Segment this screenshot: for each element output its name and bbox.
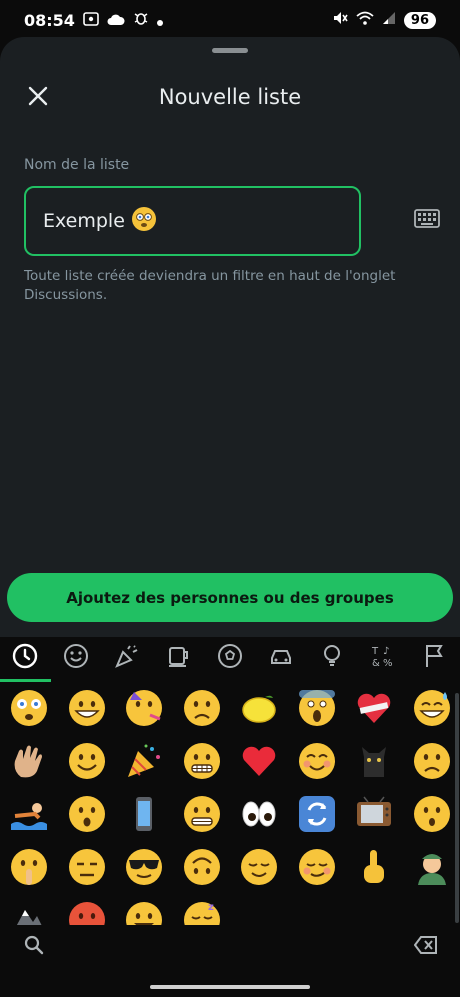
sweat-smile-emoji[interactable]: [409, 685, 455, 731]
smile-emoji[interactable]: [64, 738, 110, 784]
hushed-emoji[interactable]: [64, 791, 110, 837]
tab-celebration[interactable]: [114, 645, 140, 671]
objects-icon: [319, 643, 345, 673]
activity-icon: [217, 643, 243, 673]
cat-emoji[interactable]: [351, 738, 397, 784]
party-emoji[interactable]: [121, 685, 167, 731]
lemon-emoji[interactable]: [236, 685, 282, 731]
point-emoji[interactable]: [351, 844, 397, 890]
cloud-icon: [107, 11, 125, 30]
shush-emoji[interactable]: [6, 844, 52, 890]
add-people-button[interactable]: Ajoutez des personnes ou des groupes: [7, 573, 453, 622]
heart-bandage-emoji[interactable]: [351, 685, 397, 731]
emoji-scrollbar[interactable]: [455, 693, 459, 923]
home-indicator[interactable]: [150, 985, 310, 989]
popper-emoji[interactable]: [121, 738, 167, 784]
helper-text: Toute liste créée deviendra un filtre en…: [24, 268, 396, 303]
neutral-emoji[interactable]: [64, 844, 110, 890]
wave-emoji[interactable]: [6, 738, 52, 784]
page-title: Nouvelle liste: [158, 85, 302, 109]
tab-objects[interactable]: [319, 645, 345, 671]
new-list-sheet: Nouvelle liste Nom de la liste Exemple T…: [0, 37, 460, 637]
backspace-icon[interactable]: [413, 935, 438, 955]
phone-emoji[interactable]: [121, 791, 167, 837]
hot-emoji[interactable]: [64, 897, 110, 925]
clock: 08:54: [24, 10, 75, 30]
smirk-emoji[interactable]: [294, 844, 340, 890]
list-name-label: Nom de la liste: [24, 157, 130, 173]
mountain-emoji[interactable]: [6, 897, 52, 925]
status-bar: 08:54 96: [0, 0, 460, 40]
relieved-emoji[interactable]: [236, 844, 282, 890]
active-tab-indicator: [0, 679, 51, 682]
tab-recent[interactable]: [12, 643, 38, 673]
tv-emoji[interactable]: [351, 791, 397, 837]
emoji-category-tabs: T ♪ &%: [0, 637, 460, 682]
food-icon: [166, 643, 192, 673]
grimace-emoji[interactable]: [179, 738, 225, 784]
svg-text:T: T: [371, 646, 379, 657]
keyboard-icon[interactable]: [414, 209, 440, 229]
svg-text:z: z: [208, 902, 214, 913]
dizzy-face-emoji: [131, 206, 157, 237]
svg-text:%: %: [383, 658, 393, 669]
battery-badge: 96: [403, 11, 436, 29]
sleep-emoji[interactable]: z: [179, 897, 225, 925]
recent-icon: [12, 643, 38, 673]
emoji-keyboard: T ♪ &% z: [0, 637, 460, 997]
input-value: Exemple: [43, 210, 125, 232]
wifi-icon: [356, 11, 374, 29]
frown2-emoji[interactable]: [409, 738, 455, 784]
smileys-icon: [63, 643, 89, 673]
celebration-icon: [114, 643, 140, 673]
grimace2-emoji[interactable]: [179, 791, 225, 837]
drag-handle[interactable]: [212, 48, 248, 53]
arrows-emoji[interactable]: [294, 791, 340, 837]
svg-text:&: &: [372, 658, 380, 669]
scream-emoji[interactable]: [294, 685, 340, 731]
tab-smileys[interactable]: [63, 643, 89, 673]
grin2-emoji[interactable]: [121, 897, 167, 925]
flags-icon: [422, 643, 448, 673]
grin-emoji[interactable]: [64, 685, 110, 731]
worker-emoji[interactable]: [409, 844, 455, 890]
heart-emoji[interactable]: [236, 738, 282, 784]
dot-icon: [156, 11, 163, 30]
screen-record-icon: [83, 11, 99, 30]
tab-food[interactable]: [166, 645, 192, 671]
travel-icon: [268, 643, 294, 673]
symbols-icon: T ♪ &%: [370, 643, 396, 673]
upside-emoji[interactable]: [179, 844, 225, 890]
cool-emoji[interactable]: [121, 844, 167, 890]
frown-emoji[interactable]: [179, 685, 225, 731]
tab-flags[interactable]: [422, 645, 448, 671]
list-name-input[interactable]: Exemple: [24, 186, 361, 256]
signal-icon: [382, 11, 396, 29]
emoji-bottom-bar: [0, 927, 460, 967]
eyes-emoji[interactable]: [236, 791, 282, 837]
search-icon[interactable]: [24, 935, 44, 955]
blush-emoji[interactable]: [294, 738, 340, 784]
bug-icon: [133, 10, 149, 30]
mute-icon: [332, 10, 348, 30]
svg-text:♪: ♪: [383, 646, 389, 657]
dizzy-emoji[interactable]: [6, 685, 52, 731]
swimmer-emoji[interactable]: [6, 791, 52, 837]
tab-symbols[interactable]: T ♪ &%: [370, 645, 396, 671]
hushed2-emoji[interactable]: [409, 791, 455, 837]
tab-travel[interactable]: [268, 645, 294, 671]
emoji-grid: z: [0, 685, 460, 925]
tab-activity[interactable]: [217, 643, 243, 673]
